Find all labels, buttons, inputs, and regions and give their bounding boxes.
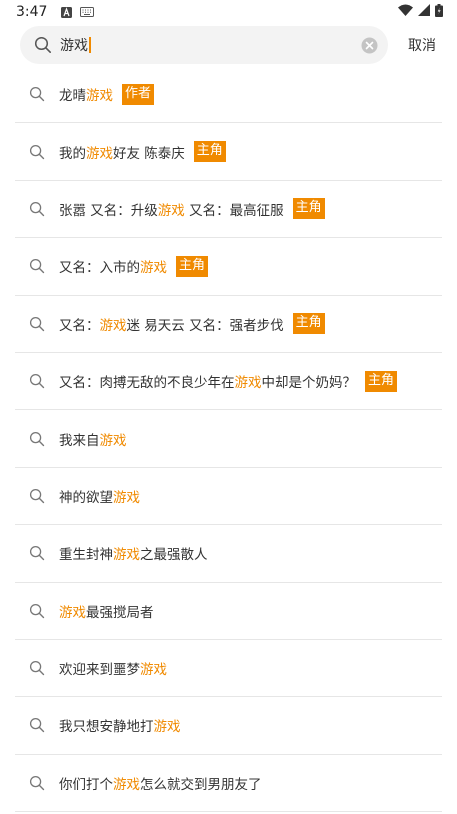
role-tag: 主角: [365, 370, 398, 392]
suggestion-text-segment: 又名：入市的: [59, 260, 140, 277]
wifi-icon: [398, 4, 413, 20]
suggestion-text: 又名：肉搏无敌的不良少年在游戏中却是个奶妈？: [59, 371, 356, 391]
role-tag: 主角: [176, 255, 209, 277]
suggestion-text-segment: 又名：: [59, 317, 100, 334]
clear-search-button[interactable]: [360, 36, 378, 54]
keyword-highlight: 游戏: [113, 547, 140, 564]
suggestion-text: 我只想安静地打游戏: [59, 715, 181, 735]
suggestion-text: 我的游戏好友 陈泰庆: [59, 142, 185, 162]
suggestion-item[interactable]: 游戏最强搅局者: [15, 583, 442, 640]
role-tag: 主角: [292, 313, 325, 335]
role-tag: 主角: [292, 198, 325, 220]
search-icon: [29, 87, 45, 102]
search-icon: [29, 603, 45, 618]
search-icon: [29, 775, 45, 791]
suggestion-text-segment: 龙晴: [59, 88, 86, 105]
suggestion-text-segment: 我只想安静地打: [59, 719, 154, 736]
search-icon: [29, 546, 45, 561]
suggestion-text-segment: 好友 陈泰庆: [113, 145, 185, 162]
keyword-highlight: 游戏: [99, 317, 127, 334]
keyword-highlight: 游戏: [113, 489, 140, 506]
role-tag: 作者: [122, 83, 155, 105]
status-time: 3:47: [16, 4, 48, 20]
suggestion-text: 欢迎来到噩梦游戏: [59, 658, 167, 678]
suggestion-text-segment: 你们打个: [59, 776, 113, 793]
suggestion-text: 龙晴游戏: [59, 84, 113, 104]
suggestion-text: 张嚣 又名：升级游戏 又名：最高征服: [59, 199, 284, 219]
search-icon: [29, 316, 45, 331]
search-icon: [29, 259, 45, 274]
search-bar: 游戏: [0, 24, 457, 66]
battery-icon: [435, 3, 443, 21]
search-icon: [29, 431, 45, 446]
suggestion-text-segment: 神的欲望: [59, 489, 113, 506]
signal-icon: [418, 4, 430, 20]
suggestion-text-segment: 之最强散人: [140, 547, 208, 564]
keyword-highlight: 游戏: [86, 88, 113, 105]
suggestion-text-segment: 又名：肉搏无敌的不良少年在: [59, 375, 235, 392]
suggestion-text: 又名：入市的游戏: [59, 256, 167, 276]
search-input[interactable]: 游戏: [20, 26, 388, 64]
search-suggestions-list: 龙晴游戏 作者 我的游戏好友 陈泰庆 主角 张嚣 又名：升级游戏 又名：最高征服 主角 又名…: [15, 66, 442, 813]
role-tag: 主角: [193, 141, 226, 163]
suggestion-item[interactable]: 龙晴游戏 作者: [15, 66, 442, 124]
suggestion-text-segment: 迷 易天云 又名：强者步伐: [126, 317, 284, 334]
search-query-text: 游戏: [60, 38, 88, 54]
suggestion-item[interactable]: 又名：入市的游戏 主角: [15, 238, 442, 296]
status-bar: 3:47: [0, 0, 457, 24]
suggestion-item[interactable]: 又名：游戏迷 易天云 又名：强者步伐 主角: [15, 296, 442, 353]
search-icon: [29, 488, 45, 504]
suggestion-item[interactable]: 你们打个游戏怎么就交到男朋友了: [15, 755, 442, 813]
keyword-highlight: 游戏: [86, 145, 113, 162]
suggestion-text-segment: 我的: [59, 145, 86, 162]
suggestion-item[interactable]: 又名：肉搏无敌的不良少年在游戏中却是个奶妈？ 主角: [15, 353, 442, 411]
suggestion-text-segment: 中却是个奶妈？: [261, 375, 357, 392]
keyword-highlight: 游戏: [99, 432, 127, 449]
suggestion-text: 你们打个游戏怎么就交到男朋友了: [59, 773, 262, 793]
font-notification-icon: [61, 6, 73, 18]
suggestion-text: 神的欲望游戏: [59, 486, 140, 506]
suggestion-text-segment: 最强搅局者: [86, 604, 154, 621]
suggestion-item[interactable]: 重生封神游戏之最强散人: [15, 525, 442, 583]
suggestion-text: 我来自游戏: [59, 429, 127, 449]
keyword-highlight: 游戏: [234, 375, 262, 392]
keyword-highlight: 游戏: [59, 604, 86, 621]
search-icon: [29, 374, 45, 389]
search-icon: [29, 718, 45, 733]
cancel-button[interactable]: 取消: [396, 24, 448, 66]
suggestion-item[interactable]: 我的游戏好友 陈泰庆 主角: [15, 123, 442, 181]
suggestion-item[interactable]: 我只想安静地打游戏: [15, 697, 442, 755]
suggestion-text: 又名：游戏迷 易天云 又名：强者步伐: [59, 314, 284, 334]
search-icon: [29, 144, 45, 159]
keyboard-icon: [80, 7, 95, 17]
suggestion-item[interactable]: 欢迎来到噩梦游戏: [15, 640, 442, 698]
keyword-highlight: 游戏: [140, 662, 167, 679]
suggestion-text-segment: 又名：最高征服: [184, 202, 284, 219]
search-query[interactable]: 游戏: [60, 35, 91, 55]
suggestion-text: 游戏最强搅局者: [59, 601, 154, 621]
keyword-highlight: 游戏: [113, 776, 140, 793]
suggestion-item[interactable]: 我来自游戏: [15, 410, 442, 468]
keyword-highlight: 游戏: [157, 202, 185, 219]
search-icon: [29, 661, 45, 676]
suggestion-item[interactable]: 神的欲望游戏: [15, 468, 442, 526]
suggestion-item[interactable]: 张嚣 又名：升级游戏 又名：最高征服 主角: [15, 181, 442, 239]
search-icon: [29, 201, 45, 217]
suggestion-text-segment: 重生封神: [59, 547, 113, 564]
suggestion-text-segment: 我来自: [59, 432, 100, 449]
keyword-highlight: 游戏: [153, 719, 181, 736]
keyword-highlight: 游戏: [140, 260, 167, 277]
search-icon: [34, 36, 52, 54]
clear-icon: [361, 37, 377, 53]
suggestion-text-segment: 张嚣 又名：升级: [59, 202, 158, 219]
suggestion-text-segment: 欢迎来到噩梦: [59, 662, 140, 679]
suggestion-text-segment: 怎么就交到男朋友了: [140, 776, 262, 793]
text-caret: [89, 37, 91, 53]
suggestion-text: 重生封神游戏之最强散人: [59, 543, 208, 563]
